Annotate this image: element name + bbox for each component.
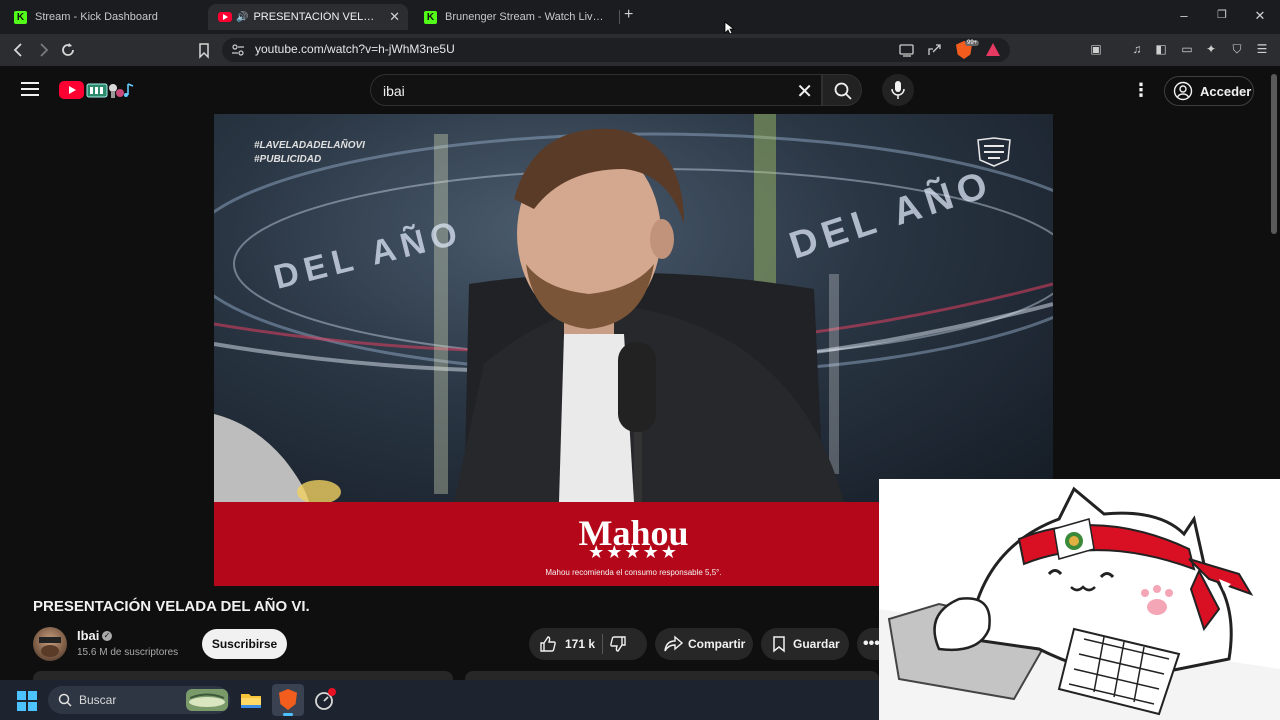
search-query: ibai (383, 83, 405, 99)
url-text: youtube.com/watch?v=h-jWhM3ne5U (255, 42, 455, 56)
signin-label: Acceder (1200, 83, 1252, 99)
verified-icon: ✓ (102, 631, 112, 641)
shields-count-badge: 99+ (965, 40, 980, 46)
save-label: Guardar (793, 637, 840, 651)
search-input[interactable]: ibai ✕ (370, 74, 822, 106)
hashtag-overlay: #PUBLICIDAD (254, 154, 322, 165)
video-title: PRESENTACIÓN VELADA DEL AÑO VI. (33, 598, 310, 615)
kick-icon: K (14, 10, 27, 24)
subscribe-button[interactable]: Suscribirse (202, 629, 287, 659)
channel-name[interactable]: Ibai (77, 628, 99, 643)
youtube-icon (218, 12, 232, 22)
search-icon (834, 82, 852, 100)
menu-icon[interactable]: ☰ (1254, 41, 1270, 57)
voice-search-button[interactable] (882, 74, 914, 106)
more-horizontal-icon: ••• (863, 635, 880, 652)
reader-mode-icon[interactable]: ▣ (1088, 41, 1104, 57)
channel-avatar[interactable] (33, 627, 67, 661)
mouse-cursor-icon (724, 21, 734, 35)
signin-button[interactable]: Acceder (1164, 76, 1254, 106)
music-icon[interactable]: ♫ (1129, 41, 1145, 57)
dislike-button[interactable] (609, 635, 627, 656)
bongo-cat-overlay (879, 479, 1280, 720)
youtube-logo[interactable] (59, 81, 84, 99)
sidebar-icon[interactable]: ◧ (1153, 41, 1169, 57)
minimize-button[interactable]: – (1174, 8, 1194, 23)
like-separator (602, 634, 603, 654)
close-window-button[interactable]: ✕ (1250, 8, 1270, 24)
restore-button[interactable]: ❐ (1212, 8, 1232, 21)
new-tab-button[interactable]: + (624, 6, 633, 24)
brave-rewards-icon[interactable] (986, 43, 1000, 56)
address-bar[interactable]: youtube.com/watch?v=h-jWhM3ne5U 99+ (222, 38, 1010, 62)
share-arrow-icon (664, 635, 683, 652)
tab-label: Stream - Kick Dashboard (35, 11, 158, 23)
leo-ai-icon[interactable]: ✦ (1203, 41, 1219, 57)
tab-label: Brunenger Stream - Watch Live on Kick (445, 11, 609, 23)
taskbar-search[interactable]: Buscar (48, 686, 230, 714)
tab-youtube-video[interactable]: 🔊 PRESENTACIÓN VELADA DEL AÑO VI. ✕ (208, 4, 408, 30)
file-explorer-icon[interactable] (239, 688, 263, 712)
brave-browser-icon (279, 689, 297, 710)
bongo-cat-illustration (879, 486, 1280, 720)
subscriber-count: 15.6 M de suscriptores (77, 647, 179, 658)
site-info-icon[interactable] (231, 43, 245, 57)
reload-button[interactable] (57, 40, 79, 60)
search-icon (58, 693, 72, 707)
like-button[interactable]: 171 k (529, 628, 602, 660)
settings-more-button[interactable]: ⋮ (1132, 80, 1150, 100)
avatar-image (39, 637, 61, 657)
share-icon[interactable] (927, 43, 943, 57)
youtube-doodle-icon[interactable] (86, 80, 136, 100)
account-icon (1173, 81, 1193, 101)
clear-search-icon[interactable]: ✕ (796, 79, 813, 104)
presenter-figure (214, 128, 844, 502)
youtube-header: ibai ✕ ⋮ Acceder (0, 66, 1280, 114)
velada-logo (977, 137, 1011, 167)
browser-toolbar: youtube.com/watch?v=h-jWhM3ne5U 99+ ▣ ♫ … (0, 34, 1280, 66)
windows-taskbar: Buscar (0, 680, 879, 720)
tab-kick-brunenger[interactable]: K Brunenger Stream - Watch Live on Kick (414, 4, 614, 30)
close-tab-icon[interactable]: ✕ (389, 9, 400, 25)
search-highlight-icon (186, 689, 228, 711)
vpn-icon[interactable]: ⛉ (1229, 41, 1245, 57)
cast-icon[interactable] (899, 43, 915, 57)
kick-icon: K (424, 10, 437, 24)
tab-label: PRESENTACIÓN VELADA DEL AÑO VI. (253, 11, 382, 23)
app-with-notification-icon[interactable] (313, 688, 337, 712)
active-app-indicator (283, 713, 293, 716)
bookmark-icon[interactable] (193, 40, 215, 60)
like-count: 171 k (565, 637, 596, 651)
thumbs-down-icon (610, 636, 626, 652)
share-label: Compartir (688, 637, 746, 651)
more-actions-button[interactable]: ••• (857, 628, 880, 660)
share-button[interactable]: Compartir (655, 628, 753, 660)
save-button[interactable]: Guardar (761, 628, 849, 660)
scrollbar-thumb[interactable] (1271, 74, 1277, 234)
video-frame: DEL AÑO DEL AÑO DEL AÑO (214, 114, 1053, 502)
hashtag-overlay: #LAVELADADELAÑOVI (254, 140, 365, 151)
microphone-icon (891, 81, 905, 99)
taskbar-search-label: Buscar (79, 693, 117, 707)
back-button[interactable] (8, 40, 30, 60)
save-bookmark-icon (773, 636, 785, 653)
like-dislike-group: 171 k (529, 628, 647, 660)
audio-playing-icon: 🔊 (236, 11, 249, 23)
brave-app-active[interactable] (272, 684, 304, 716)
browser-tab-strip: K Stream - Kick Dashboard 🔊 PRESENTACIÓN… (0, 0, 1280, 35)
thumbs-up-icon (540, 636, 556, 652)
guide-menu-icon[interactable] (21, 82, 39, 96)
tab-kick-dashboard[interactable]: K Stream - Kick Dashboard (4, 4, 204, 30)
windows-start-icon[interactable] (17, 691, 37, 711)
wallet-icon[interactable]: ▭ (1179, 41, 1195, 57)
forward-button[interactable] (32, 40, 54, 60)
tab-divider (619, 10, 620, 24)
search-button[interactable] (822, 74, 862, 106)
